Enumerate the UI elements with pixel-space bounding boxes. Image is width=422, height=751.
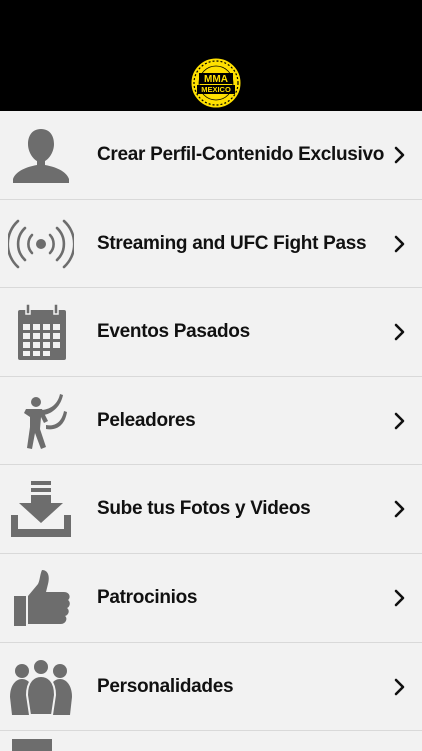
menu-item-label: Patrocinios — [97, 586, 198, 608]
svg-text:MMA: MMA — [204, 74, 228, 85]
document-icon — [12, 739, 52, 751]
people-group-icon — [10, 657, 72, 716]
chevron-right-icon — [394, 678, 405, 695]
menu-item-patrocinios[interactable]: Patrocinios — [0, 553, 422, 643]
svg-text:MEXICO: MEXICO — [201, 85, 231, 94]
menu-item-label: Crear Perfil-Contenido Exclusivo — [97, 144, 385, 165]
main-menu: Crear Perfil-Contenido Exclusivo Streami… — [0, 111, 422, 751]
menu-item-label: Personalidades — [97, 675, 234, 697]
chevron-right-icon — [394, 235, 405, 252]
app-header: MMA MEXICO — [0, 0, 422, 111]
menu-item-label: Streaming and UFC Fight Pass — [97, 232, 367, 254]
menu-item-peleadores[interactable]: Peleadores — [0, 376, 422, 466]
chevron-right-icon — [394, 323, 405, 341]
fighter-icon — [24, 393, 67, 449]
chevron-right-icon — [394, 146, 405, 164]
mma-mexico-logo: MMA MEXICO — [190, 57, 242, 109]
calendar-icon — [18, 303, 66, 361]
menu-item-eventos-pasados[interactable]: Eventos Pasados — [0, 288, 422, 377]
menu-item-crear-perfil[interactable]: Crear Perfil-Contenido Exclusivo — [0, 111, 422, 200]
menu-item-sube-fotos-videos[interactable]: Sube tus Fotos y Videos — [0, 465, 422, 554]
chevron-right-icon — [394, 412, 405, 430]
chevron-right-icon — [394, 501, 405, 518]
user-profile-icon — [13, 129, 69, 183]
menu-item-label: Sube tus Fotos y Videos — [97, 498, 311, 520]
chevron-right-icon — [394, 589, 405, 607]
menu-item-partial[interactable] — [0, 731, 422, 751]
broadcast-icon — [8, 219, 74, 268]
menu-item-streaming[interactable]: Streaming and UFC Fight Pass — [0, 199, 422, 289]
menu-item-label: Peleadores — [97, 409, 196, 431]
menu-item-personalidades[interactable]: Personalidades — [0, 642, 422, 732]
thumbs-up-icon — [14, 569, 70, 626]
download-tray-icon — [11, 481, 71, 538]
menu-item-label: Eventos Pasados — [97, 321, 250, 343]
